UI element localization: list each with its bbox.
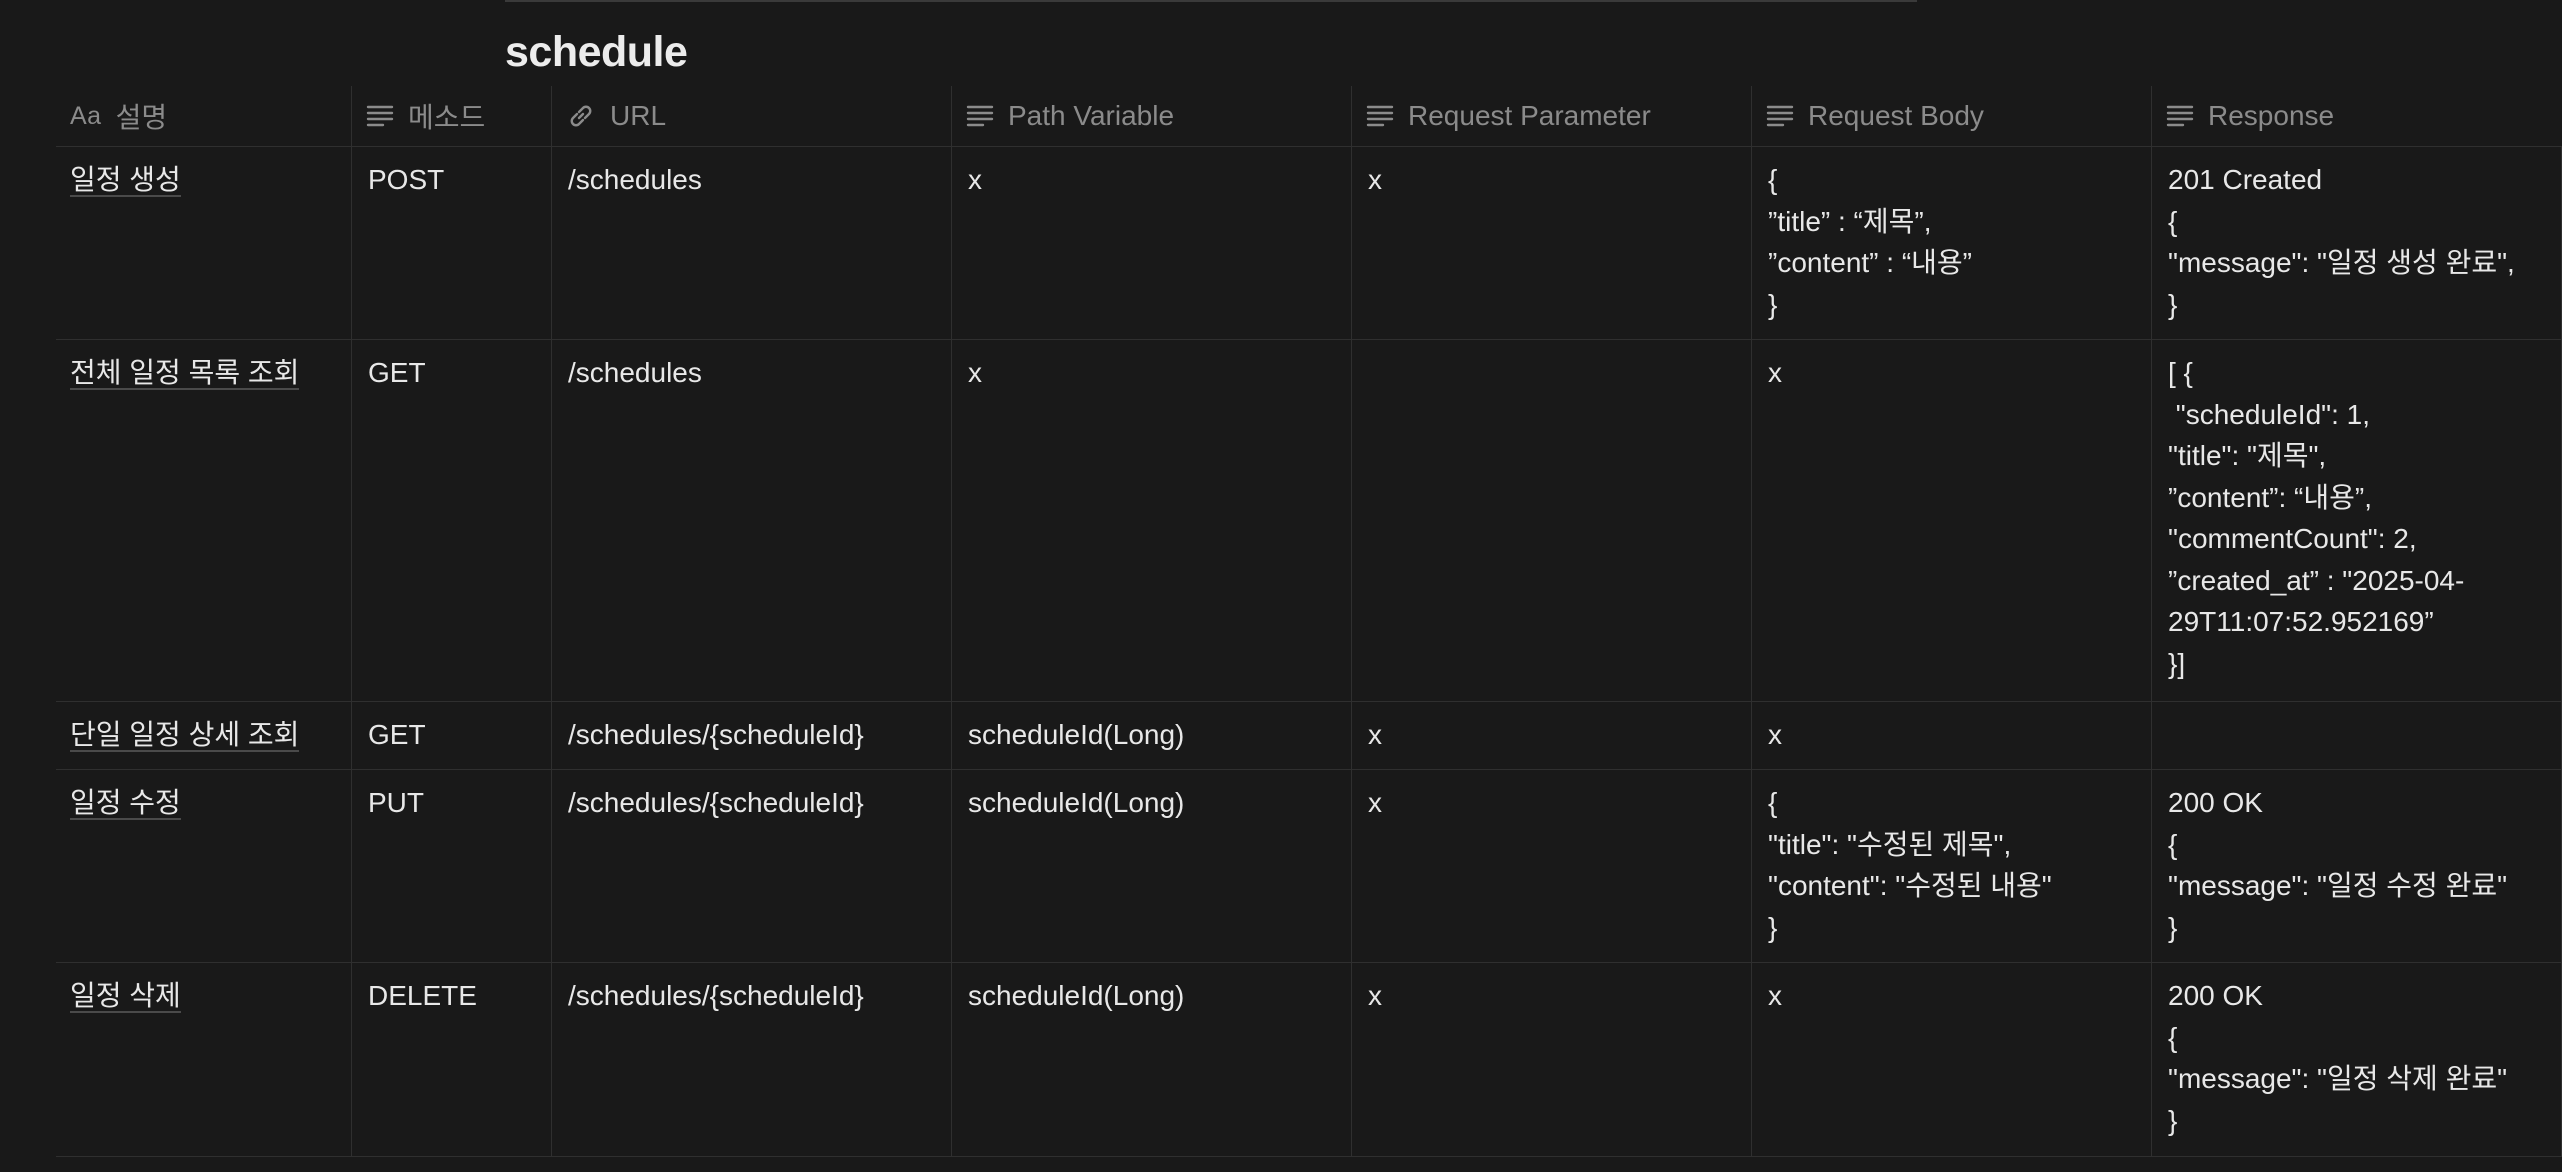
cell-path-variable[interactable]: scheduleId(Long) — [952, 770, 1352, 962]
table-row: 일정 수정 PUT /schedules/{scheduleId} schedu… — [56, 770, 2562, 963]
cell-response[interactable]: [ { "scheduleId": 1, "title": "제목", ”con… — [2152, 340, 2562, 701]
cell-description[interactable]: 전체 일정 목록 조회 — [56, 340, 352, 701]
cell-request-parameter[interactable]: x — [1352, 702, 1752, 769]
text-lines-icon — [966, 105, 994, 127]
cell-request-parameter[interactable]: x — [1352, 963, 1752, 1156]
cell-request-body[interactable]: x — [1752, 702, 2152, 769]
cell-method[interactable]: GET — [352, 702, 552, 769]
cell-description[interactable]: 일정 생성 — [56, 147, 352, 339]
cell-request-parameter[interactable]: x — [1352, 770, 1752, 962]
notion-page: schedule Aa 설명 메소드 URL Path Variable Req… — [0, 0, 2562, 1172]
text-lines-icon — [366, 105, 394, 127]
column-header-request-parameter[interactable]: Request Parameter — [1352, 86, 1752, 146]
column-header-label: Request Parameter — [1408, 100, 1651, 131]
cell-response[interactable] — [2152, 702, 2562, 769]
link-icon — [570, 105, 592, 127]
cell-path-variable[interactable]: x — [952, 340, 1352, 701]
column-header-path-variable[interactable]: Path Variable — [952, 86, 1352, 146]
table-row: 단일 일정 상세 조회 GET /schedules/{scheduleId} … — [56, 702, 2562, 770]
cell-path-variable[interactable]: x — [952, 147, 1352, 339]
table-row: 일정 생성 POST /schedules x x { ”title” : “제… — [56, 147, 2562, 340]
database-table: Aa 설명 메소드 URL Path Variable Request Para… — [56, 86, 2562, 1157]
cell-url[interactable]: /schedules — [552, 340, 952, 701]
column-header-label: URL — [610, 100, 667, 131]
cell-url[interactable]: /schedules/{scheduleId} — [552, 702, 952, 769]
cell-response[interactable]: 200 OK { "message": "일정 삭제 완료" } — [2152, 963, 2562, 1156]
cell-request-body[interactable]: x — [1752, 963, 2152, 1156]
cell-method[interactable]: PUT — [352, 770, 552, 962]
cell-description[interactable]: 단일 일정 상세 조회 — [56, 702, 352, 769]
row-title[interactable]: 전체 일정 목록 조회 — [70, 357, 300, 390]
text-lines-icon — [1766, 105, 1794, 127]
cell-request-body[interactable]: { ”title” : “제목”, ”content” : “내용” } — [1752, 147, 2152, 339]
cell-method[interactable]: DELETE — [352, 963, 552, 1156]
cell-url[interactable]: /schedules — [552, 147, 952, 339]
title-property-icon: Aa — [70, 101, 102, 130]
cell-path-variable[interactable]: scheduleId(Long) — [952, 702, 1352, 769]
cell-request-body[interactable]: { "title": "수정된 제목", "content": "수정된 내용"… — [1752, 770, 2152, 962]
row-title[interactable]: 일정 생성 — [70, 164, 181, 197]
column-header-method[interactable]: 메소드 — [352, 86, 552, 146]
cell-request-parameter[interactable] — [1352, 340, 1752, 701]
cell-description[interactable]: 일정 삭제 — [56, 963, 352, 1156]
text-lines-icon — [1366, 105, 1394, 127]
table-row: 전체 일정 목록 조회 GET /schedules x x [ { "sche… — [56, 340, 2562, 702]
column-header-label: Response — [2208, 100, 2335, 131]
row-title[interactable]: 일정 수정 — [70, 787, 181, 820]
column-header-label: 설명 — [115, 102, 168, 133]
cell-path-variable[interactable]: scheduleId(Long) — [952, 963, 1352, 1156]
database-title[interactable]: schedule — [505, 28, 688, 77]
cell-response[interactable]: 200 OK { "message": "일정 수정 완료" } — [2152, 770, 2562, 962]
column-header-label: 메소드 — [408, 102, 486, 133]
cell-description[interactable]: 일정 수정 — [56, 770, 352, 962]
column-header-label: Path Variable — [1008, 100, 1175, 131]
row-title[interactable]: 단일 일정 상세 조회 — [70, 719, 300, 752]
column-header-request-body[interactable]: Request Body — [1752, 86, 2152, 146]
cell-method[interactable]: GET — [352, 340, 552, 701]
cell-request-body[interactable]: x — [1752, 340, 2152, 701]
column-header-url[interactable]: URL — [552, 86, 952, 146]
row-title[interactable]: 일정 삭제 — [70, 980, 181, 1013]
top-divider — [505, 0, 1917, 2]
column-header-label: Request Body — [1808, 100, 1984, 131]
column-header-description[interactable]: Aa 설명 — [56, 86, 352, 146]
cell-method[interactable]: POST — [352, 147, 552, 339]
cell-url[interactable]: /schedules/{scheduleId} — [552, 770, 952, 962]
cell-request-parameter[interactable]: x — [1352, 147, 1752, 339]
text-lines-icon — [2166, 105, 2194, 127]
cell-url[interactable]: /schedules/{scheduleId} — [552, 963, 952, 1156]
table-header-row: Aa 설명 메소드 URL Path Variable Request Para… — [56, 86, 2562, 147]
cell-response[interactable]: 201 Created { "message": "일정 생성 완료", } — [2152, 147, 2562, 339]
table-row: 일정 삭제 DELETE /schedules/{scheduleId} sch… — [56, 963, 2562, 1157]
column-header-response[interactable]: Response — [2152, 86, 2562, 146]
